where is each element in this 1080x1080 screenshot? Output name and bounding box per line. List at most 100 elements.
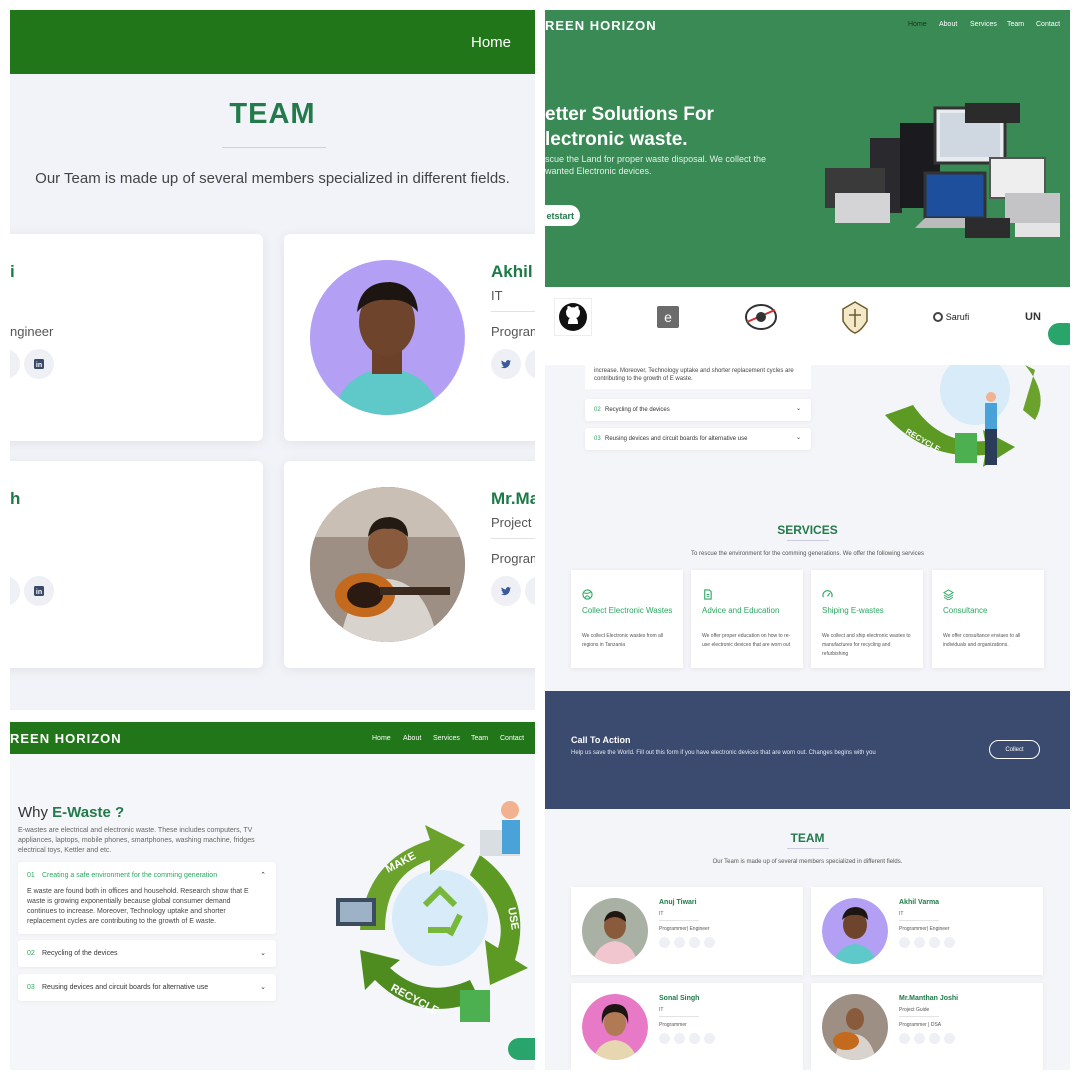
document-icon [704, 589, 712, 600]
accordion-number: 03 [27, 984, 35, 991]
team-card: Akhil IT Program [284, 234, 535, 441]
chevron-down-icon[interactable]: ⌄ [260, 949, 266, 957]
dribbble-icon [582, 589, 593, 600]
get-started-button[interactable]: etstart [545, 205, 580, 226]
linkedin-icon[interactable]: in [24, 576, 54, 606]
service-card[interactable]: Consultance We offer consultance enviaes… [932, 570, 1044, 668]
recycle-illustration: MAKE USE RECYCLE [336, 801, 528, 1022]
facebook-icon[interactable] [674, 1033, 685, 1044]
divider [659, 1016, 699, 1017]
twitter-icon[interactable] [659, 1033, 670, 1044]
facebook-icon[interactable] [914, 1033, 925, 1044]
twitter-icon[interactable] [491, 576, 521, 606]
nav-contact-link[interactable]: Contact [500, 735, 524, 742]
team-title: TEAM [790, 831, 825, 845]
title-divider [787, 848, 829, 849]
instagram-icon[interactable] [10, 576, 20, 606]
avatar [310, 260, 465, 415]
facebook-icon[interactable] [674, 937, 685, 948]
chevron-up-icon[interactable]: ⌃ [260, 871, 266, 879]
accordion-item-open[interactable]: 01 Creating a safe environment for the c… [18, 862, 276, 934]
accordion-title: Reusing devices and circuit boards for a… [605, 436, 748, 442]
member-dept: IT [659, 1007, 664, 1013]
cta-text: Help us save the World. Fill out this fo… [571, 750, 876, 756]
avatar [582, 994, 648, 1060]
member-name: Akhil [491, 262, 533, 281]
heading-highlight: E-Waste ? [52, 804, 125, 821]
service-title: Consultance [943, 606, 988, 615]
accordion-body-fragment: increase. Moreover, Technology uptake an… [585, 365, 811, 389]
member-position: Programmer| Engineer [899, 926, 950, 932]
chevron-down-icon[interactable]: ⌄ [260, 983, 266, 991]
avatar [822, 994, 888, 1060]
twitter-icon[interactable] [659, 937, 670, 948]
service-title: Advice and Education [702, 606, 780, 615]
avatar [822, 898, 888, 964]
site-logo[interactable]: REEN HORIZON [545, 18, 657, 33]
instagram-icon[interactable] [929, 1033, 940, 1044]
member-position: Programmer| Engineer [659, 926, 710, 932]
service-card[interactable]: Advice and Education We offer proper edu… [691, 570, 803, 668]
nav-about-link[interactable]: About [403, 735, 421, 742]
nav-about-link[interactable]: About [939, 21, 957, 28]
linkedin-icon[interactable] [944, 1033, 955, 1044]
linkedin-icon[interactable] [704, 937, 715, 948]
partner-logos-strip [545, 287, 1070, 355]
facebook-icon[interactable] [525, 349, 535, 379]
chat-widget-button[interactable] [508, 1038, 535, 1060]
twitter-icon[interactable] [899, 1033, 910, 1044]
member-position: Programmer | DSA [899, 1022, 942, 1028]
team-card: h in [10, 461, 263, 668]
twitter-icon[interactable] [899, 937, 910, 948]
accordion-title: Recycling of the devices [605, 407, 670, 413]
chevron-down-icon[interactable]: ⌄ [796, 434, 801, 441]
accordion-item[interactable]: 02 Recycling of the devices ⌄ [18, 940, 276, 967]
coat-of-arms-logo [835, 298, 875, 336]
cta-title: Call To Action [571, 735, 631, 745]
accordion-body: increase. Moreover, Technology uptake an… [594, 368, 794, 382]
service-description: We offer consultance enviaes to all indi… [943, 633, 1021, 648]
member-name: h [10, 489, 21, 508]
instagram-icon[interactable] [689, 1033, 700, 1044]
site-logo[interactable]: REEN HORIZON [10, 731, 122, 746]
nav-services-link[interactable]: Services [433, 735, 460, 742]
accordion-item[interactable]: 02 Recycling of the devices ⌄ [585, 399, 811, 421]
hero-headline: etter Solutions For lectronic waste. [545, 102, 714, 152]
avatar [582, 898, 648, 964]
twitter-icon[interactable] [491, 349, 521, 379]
avatar [310, 487, 465, 642]
nav-services-link[interactable]: Services [970, 21, 997, 28]
electronics-illustration [825, 103, 1060, 238]
chevron-down-icon[interactable]: ⌄ [796, 405, 801, 412]
service-card[interactable]: Collect Electronic Wastes We collect Ele… [571, 570, 683, 668]
nav-team-link[interactable]: Team [471, 735, 488, 742]
linkedin-icon[interactable] [944, 937, 955, 948]
accordion-item[interactable]: 03 Reusing devices and circuit boards fo… [585, 428, 811, 450]
member-dept: IT [899, 911, 904, 917]
heading-prefix: Why [18, 804, 48, 821]
accordion-title: Creating a safe environment for the comm… [42, 872, 218, 879]
instagram-icon[interactable] [10, 349, 20, 379]
accordion-item[interactable]: 03 Reusing devices and circuit boards fo… [18, 974, 276, 1001]
linkedin-icon[interactable] [704, 1033, 715, 1044]
instagram-icon[interactable] [689, 937, 700, 948]
hero-section: REEN HORIZON Home About Services Team Co… [545, 10, 1070, 287]
chat-widget-button[interactable] [1048, 323, 1070, 345]
linkedin-icon[interactable]: in [24, 349, 54, 379]
nav-home-link[interactable]: Home [471, 34, 511, 51]
facebook-icon[interactable] [525, 576, 535, 606]
collect-button[interactable]: Collect [989, 740, 1040, 759]
nav-contact-link[interactable]: Contact [1036, 21, 1060, 28]
member-name: Anuj Tiwari [659, 899, 697, 906]
svg-text:in: in [36, 362, 42, 369]
service-title: Collect Electronic Wastes [582, 606, 673, 615]
facebook-icon[interactable] [914, 937, 925, 948]
why-ewaste-panel: REEN HORIZON Home About Services Team Co… [10, 722, 535, 1070]
service-card[interactable]: Shiping E-wastes We collect and ship ele… [811, 570, 923, 668]
nav-home-link[interactable]: Home [908, 21, 927, 28]
instagram-icon[interactable] [929, 937, 940, 948]
e-logo: e [657, 298, 679, 336]
hero-paragraph: scue the Land for proper waste disposal.… [545, 153, 766, 177]
nav-home-link[interactable]: Home [372, 735, 391, 742]
nav-team-link[interactable]: Team [1007, 21, 1024, 28]
